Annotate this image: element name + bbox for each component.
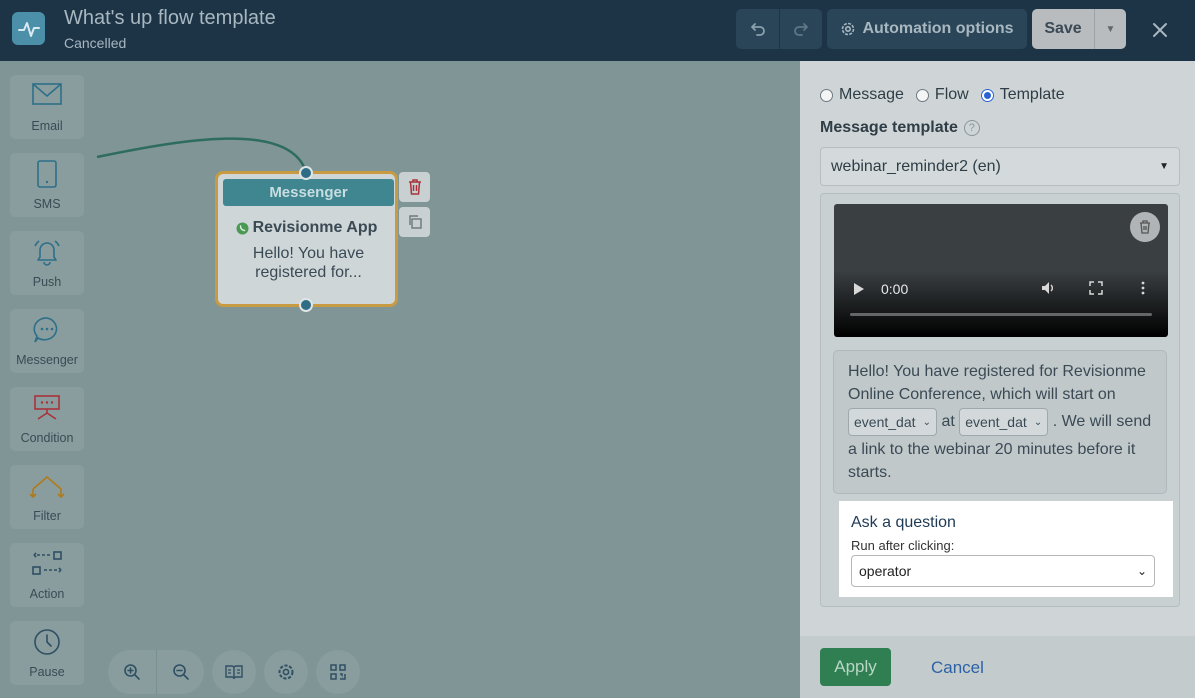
radio-label: Template — [999, 86, 1065, 103]
template-preview: 0:00 Hello! You have registered for Revi… — [820, 193, 1180, 607]
delete-media-button[interactable] — [1130, 212, 1160, 242]
trash-icon — [408, 179, 421, 195]
volume-icon[interactable] — [1040, 280, 1056, 296]
close-button[interactable] — [1146, 16, 1174, 44]
docs-group — [212, 650, 256, 694]
gear-icon — [842, 22, 855, 36]
chevron-down-icon: ⌄ — [1136, 564, 1147, 578]
content-type-radios: Message Flow Template — [820, 86, 1065, 104]
variable-select-1[interactable]: event_dat ⌄ — [848, 408, 937, 436]
video-player[interactable]: 0:00 — [834, 204, 1168, 337]
more-icon[interactable] — [1140, 280, 1146, 296]
ask-subtitle: Run after clicking: — [851, 538, 955, 553]
radio-label: Message — [839, 86, 904, 103]
node-app-label: Revisionme App — [252, 219, 378, 236]
chevron-down-icon: ⌄ — [1033, 416, 1043, 428]
settings-group — [264, 650, 308, 694]
node-input-port[interactable] — [299, 166, 313, 180]
cancel-button[interactable]: Cancel — [931, 658, 984, 678]
gear-icon — [278, 664, 294, 680]
apply-button[interactable]: Apply — [820, 648, 891, 686]
layout-button[interactable] — [316, 650, 360, 694]
variable-value: event_dat — [965, 413, 1027, 430]
save-dropdown-button[interactable]: ▼ — [1094, 9, 1126, 49]
radio-circle[interactable] — [820, 88, 833, 102]
node-text: Hello! You have registered for... — [252, 245, 365, 281]
delete-node-button[interactable] — [399, 172, 430, 202]
radio-flow[interactable]: Flow — [915, 86, 969, 104]
video-time: 0:00 — [881, 281, 909, 297]
radio-template[interactable]: Template — [980, 86, 1065, 104]
save-group: Save ▼ — [1032, 9, 1126, 49]
video-progress[interactable] — [850, 313, 1152, 316]
automation-options-button[interactable]: Automation options — [827, 9, 1027, 49]
help-icon[interactable]: ? — [963, 120, 980, 136]
canvas-controls — [108, 650, 360, 694]
message-connector: at — [941, 413, 955, 431]
chevron-down-icon: ⌄ — [922, 416, 931, 428]
variable-select-2[interactable]: event_dat ⌄ — [959, 408, 1049, 436]
ask-title: Ask a question — [851, 514, 956, 531]
run-after-select[interactable]: operator ⌄ — [851, 555, 1155, 587]
grid-icon — [330, 664, 346, 680]
save-button[interactable]: Save — [1032, 9, 1094, 49]
trash-icon — [1140, 220, 1150, 234]
copy-node-button[interactable] — [399, 207, 430, 237]
automation-options-label: Automation options — [862, 20, 1014, 37]
whatsapp-icon — [236, 222, 249, 234]
template-message: Hello! You have registered for Revisionm… — [833, 350, 1167, 494]
zoom-in-button[interactable] — [108, 650, 156, 694]
template-select[interactable]: webinar_reminder2 (en) ▼ — [820, 147, 1180, 186]
close-icon — [1153, 23, 1167, 37]
zoom-in-icon — [124, 664, 140, 680]
node-settings-panel: Message Flow Template Message template ?… — [800, 61, 1195, 698]
zoom-out-icon — [172, 664, 189, 680]
play-icon[interactable] — [853, 282, 865, 296]
radio-circle[interactable] — [980, 88, 994, 102]
layout-group — [316, 650, 360, 694]
zoom-group — [108, 650, 204, 694]
node-header: Messenger — [223, 179, 394, 206]
canvas-settings-button[interactable] — [264, 650, 308, 694]
zoom-out-button[interactable] — [156, 650, 204, 694]
run-after-value: operator — [859, 563, 912, 579]
radio-circle[interactable] — [915, 88, 929, 102]
node-output-port[interactable] — [299, 298, 313, 312]
caret-down-icon: ▼ — [1159, 161, 1169, 172]
ask-question-section: Ask a question Run after clicking: opera… — [839, 501, 1173, 597]
radio-label: Flow — [934, 86, 969, 103]
book-icon — [225, 665, 243, 680]
panel-footer: Apply Cancel — [800, 636, 1195, 698]
radio-message[interactable]: Message — [820, 86, 904, 104]
message-period: . — [1052, 413, 1058, 431]
copy-icon — [408, 215, 422, 229]
message-text: Hello! You have registered for Revisionm… — [848, 363, 1146, 403]
caret-down-icon: ▼ — [1105, 23, 1116, 35]
fullscreen-icon[interactable] — [1089, 281, 1103, 295]
template-label: Message template ? — [820, 119, 980, 137]
node-app-name: Revisionme App — [218, 219, 395, 237]
template-select-value: webinar_reminder2 (en) — [831, 157, 1001, 175]
connection-line — [96, 137, 308, 173]
variable-value: event_dat — [854, 413, 916, 430]
messenger-node[interactable]: Messenger Revisionme App Hello! You have… — [215, 171, 398, 307]
docs-button[interactable] — [212, 650, 256, 694]
template-label-text: Message template — [820, 119, 958, 136]
